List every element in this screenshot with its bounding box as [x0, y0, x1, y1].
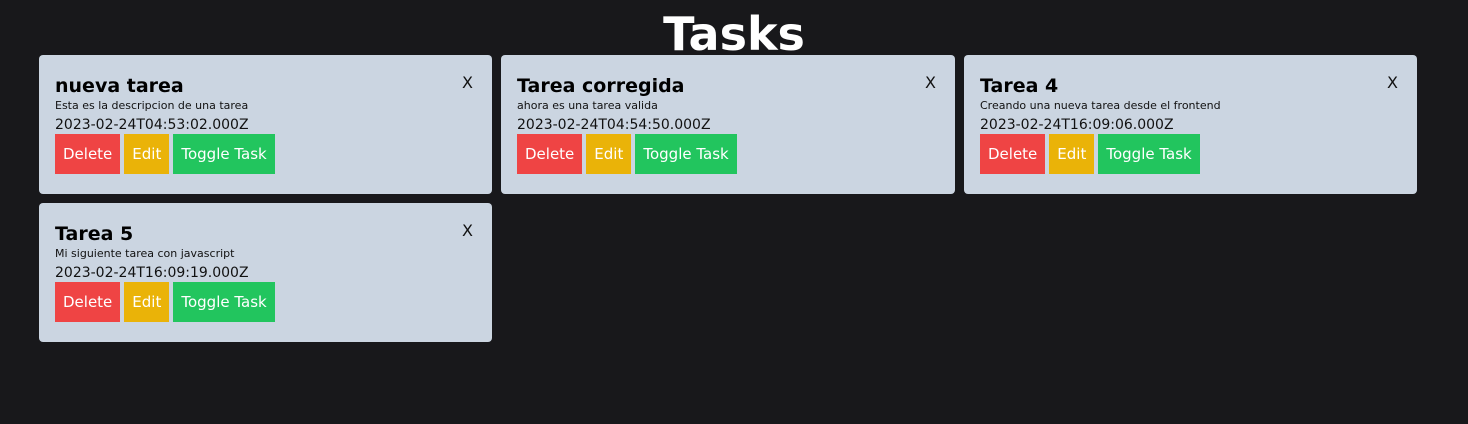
task-date: 2023-02-24T16:09:06.000Z — [980, 117, 1174, 133]
task-actions: Delete Edit Toggle Task — [55, 134, 476, 174]
delete-button[interactable]: Delete — [517, 134, 583, 174]
edit-button[interactable]: Edit — [124, 282, 170, 322]
edit-button[interactable]: Edit — [1049, 134, 1095, 174]
task-card: X nueva tarea Esta es la descripcion de … — [39, 55, 492, 194]
task-title: Tarea 5 — [55, 223, 134, 245]
task-description: Esta es la descripcion de una tarea — [55, 99, 249, 112]
task-date: 2023-02-24T16:09:19.000Z — [55, 265, 249, 281]
task-card: X Tarea 4 Creando una nueva tarea desde … — [964, 55, 1417, 194]
task-description: ahora es una tarea valida — [517, 99, 658, 112]
toggle-task-button[interactable]: Toggle Task — [635, 134, 737, 174]
task-title: Tarea 4 — [980, 75, 1059, 97]
task-title: Tarea corregida — [517, 75, 685, 97]
close-icon[interactable]: X — [925, 74, 936, 92]
close-icon[interactable]: X — [462, 74, 473, 92]
toggle-task-button[interactable]: Toggle Task — [173, 134, 275, 174]
toggle-task-button[interactable]: Toggle Task — [173, 282, 275, 322]
task-description: Creando una nueva tarea desde el fronten… — [980, 99, 1221, 112]
task-title: nueva tarea — [55, 75, 184, 97]
task-description: Mi siguiente tarea con javascript — [55, 247, 235, 260]
page-title: Tasks — [663, 7, 805, 61]
delete-button[interactable]: Delete — [55, 134, 121, 174]
task-card: X Tarea corregida ahora es una tarea val… — [501, 55, 955, 194]
edit-button[interactable]: Edit — [124, 134, 170, 174]
toggle-task-button[interactable]: Toggle Task — [1098, 134, 1200, 174]
task-actions: Delete Edit Toggle Task — [980, 134, 1401, 174]
delete-button[interactable]: Delete — [980, 134, 1046, 174]
close-icon[interactable]: X — [1387, 74, 1398, 92]
task-actions: Delete Edit Toggle Task — [517, 134, 939, 174]
task-date: 2023-02-24T04:53:02.000Z — [55, 117, 249, 133]
edit-button[interactable]: Edit — [586, 134, 632, 174]
delete-button[interactable]: Delete — [55, 282, 121, 322]
task-grid: X nueva tarea Esta es la descripcion de … — [39, 55, 1429, 342]
task-date: 2023-02-24T04:54:50.000Z — [517, 117, 711, 133]
task-actions: Delete Edit Toggle Task — [55, 282, 476, 322]
task-card: X Tarea 5 Mi siguiente tarea con javascr… — [39, 203, 492, 342]
close-icon[interactable]: X — [462, 222, 473, 240]
